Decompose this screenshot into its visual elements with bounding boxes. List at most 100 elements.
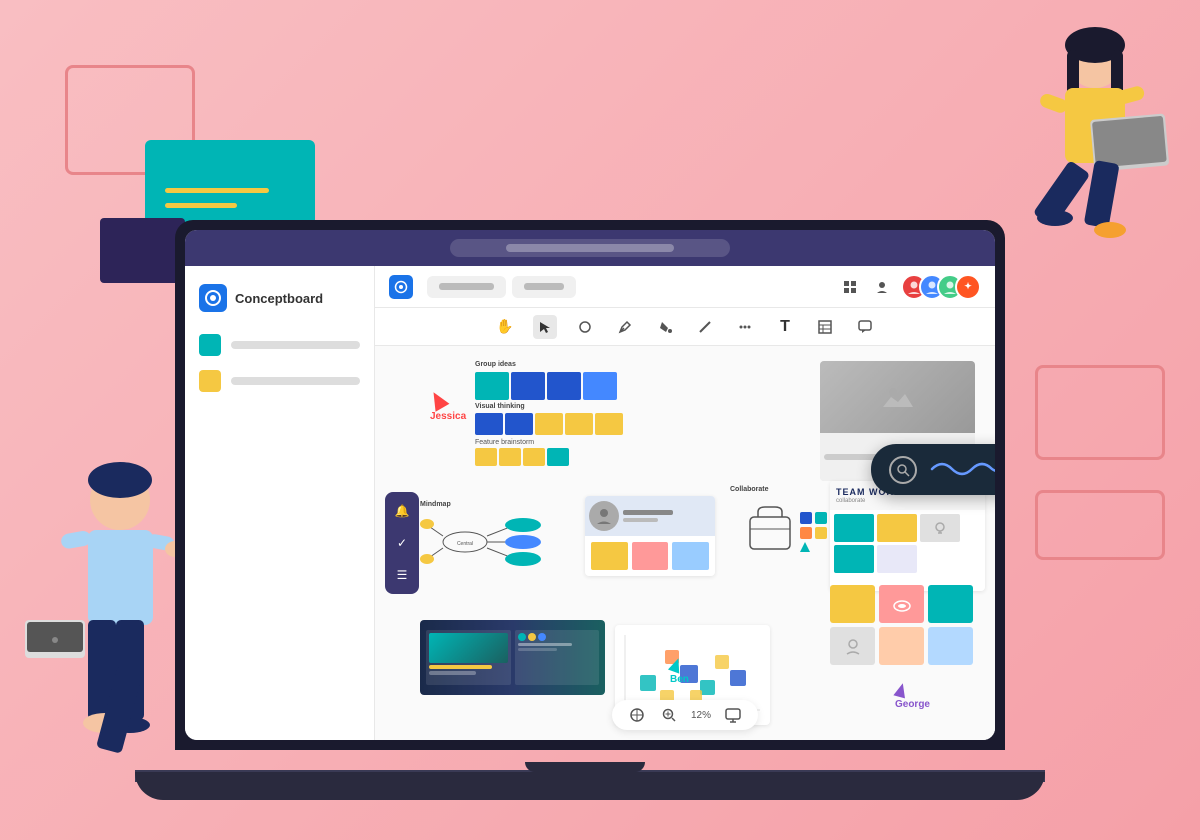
sticky-yellow-1 (535, 413, 563, 435)
mini-tool-check[interactable]: ✓ (391, 532, 413, 554)
tool-more[interactable] (733, 315, 757, 339)
toolbar-grid-icon[interactable] (837, 274, 863, 300)
rsq-lightblue (928, 627, 973, 665)
canvas[interactable]: 🔔 ✓ ☰ Jessica Group ideas (375, 346, 995, 740)
deco-dark-rect (100, 218, 185, 283)
sidebar-logo: Conceptboard (199, 284, 360, 312)
brainstorm-cluster: Group ideas Visual thinking (475, 361, 665, 466)
sticky-row-3 (475, 448, 665, 466)
pres-slide-1 (426, 630, 511, 685)
mindmap-cluster: Mindmap Central (420, 501, 565, 571)
sidebar-bar-1 (231, 341, 360, 349)
sticky-blue-4 (505, 413, 533, 435)
brainstorm-label: Group ideas (475, 361, 665, 368)
search-icon (889, 456, 917, 484)
pres-image-area (429, 633, 508, 663)
search-popup[interactable] (871, 444, 995, 495)
bottom-navigate-icon[interactable] (627, 705, 647, 725)
pres-line-2 (518, 648, 557, 651)
tool-table[interactable] (813, 315, 837, 339)
tool-select[interactable] (533, 315, 557, 339)
cursor-jessica: Jessica (430, 391, 466, 422)
ben-arrow-icon (668, 656, 684, 673)
toolbar-tab-1[interactable] (427, 276, 506, 298)
cursor-ben: Ben (670, 658, 689, 685)
tw-card-lavender (877, 545, 917, 573)
figure-right-person (995, 20, 1195, 300)
sticky-yellow-6 (523, 448, 545, 466)
tool-shapes[interactable] (573, 315, 597, 339)
laptop-bezel: Conceptboard (175, 220, 1005, 750)
dot-2 (528, 633, 536, 641)
sidebar-bar-2 (231, 377, 360, 385)
drawing-toolbar: ✋ (375, 308, 995, 346)
pres-bar-2 (429, 671, 476, 675)
tw-card-teal-2 (834, 545, 874, 573)
mini-tool-bell[interactable]: 🔔 (391, 500, 413, 522)
sidebar-color-2 (199, 370, 221, 392)
right-squares-grid (830, 585, 985, 665)
rsq-peach (879, 627, 924, 665)
image-placeholder-1 (820, 361, 975, 433)
sidebar-item-1[interactable] (199, 334, 360, 356)
george-label: George (895, 699, 930, 710)
mini-tool-list[interactable]: ☰ (391, 564, 413, 586)
pres-line-1 (518, 643, 573, 646)
tw-card-bulb (920, 514, 960, 542)
screen-topbar (185, 230, 995, 266)
tool-comment[interactable] (853, 315, 877, 339)
tool-fill[interactable] (653, 315, 677, 339)
tool-line[interactable] (693, 315, 717, 339)
logo-icon (199, 284, 227, 312)
mindmap-label: Mindmap (420, 501, 565, 508)
sticky-teal-1 (475, 372, 509, 400)
rsq-pink (879, 585, 924, 623)
toolbar-logo (389, 275, 413, 299)
pres-slide-2 (515, 630, 600, 685)
toolbar-tab-2[interactable] (512, 276, 576, 298)
tool-hand[interactable]: ✋ (493, 315, 517, 339)
laptop: Conceptboard (175, 220, 1005, 800)
persona-body (585, 536, 715, 576)
search-squiggle (927, 454, 995, 485)
sidebar-item-2[interactable] (199, 370, 360, 392)
address-bar[interactable] (450, 239, 730, 257)
dot-1 (518, 633, 526, 641)
tool-text[interactable]: T (773, 315, 797, 339)
tool-pen[interactable] (613, 315, 637, 339)
bottom-screen-icon[interactable] (723, 705, 743, 725)
logo-text: Conceptboard (235, 291, 323, 306)
george-arrow-icon (893, 682, 908, 699)
persona-card-yellow (591, 542, 628, 570)
sticky-yellow-2 (565, 413, 593, 435)
presentation-cluster (420, 620, 605, 695)
sticky-yellow-3 (595, 413, 623, 435)
pres-dots (518, 633, 597, 641)
deco-line-2 (165, 203, 237, 208)
tw-card-teal-1 (834, 514, 874, 542)
sticky-blue-2 (547, 372, 581, 400)
persona-card-pink (632, 542, 669, 570)
sticky-blue-3 (475, 413, 503, 435)
svg-text:Central: Central (457, 541, 473, 547)
deco-right-square-1 (1035, 365, 1165, 460)
sticky-yellow-5 (499, 448, 521, 466)
dot-3 (538, 633, 546, 641)
right-squares-cluster (830, 585, 985, 695)
tw-card-yellow-1 (877, 514, 917, 542)
persona-card-blue (672, 542, 709, 570)
sticky-row-2 (475, 413, 665, 435)
collaborate-label: Collaborate (730, 486, 840, 493)
collaborate-cluster: Collaborate (730, 486, 840, 566)
sticky-teal-2 (547, 448, 569, 466)
sidebar: Conceptboard (185, 266, 375, 740)
mini-toolbar[interactable]: 🔔 ✓ ☰ (385, 492, 419, 594)
teamwork-cards (830, 510, 985, 577)
feature-brainstorm-label: Feature brainstorm (475, 439, 665, 446)
bottom-zoomin-icon[interactable] (659, 705, 679, 725)
persona-info (623, 510, 711, 522)
bottom-toolbar: 12% (612, 700, 758, 730)
cursor-george: George (895, 683, 930, 710)
rsq-gray (830, 627, 875, 665)
toolbar-person-icon[interactable] (869, 274, 895, 300)
